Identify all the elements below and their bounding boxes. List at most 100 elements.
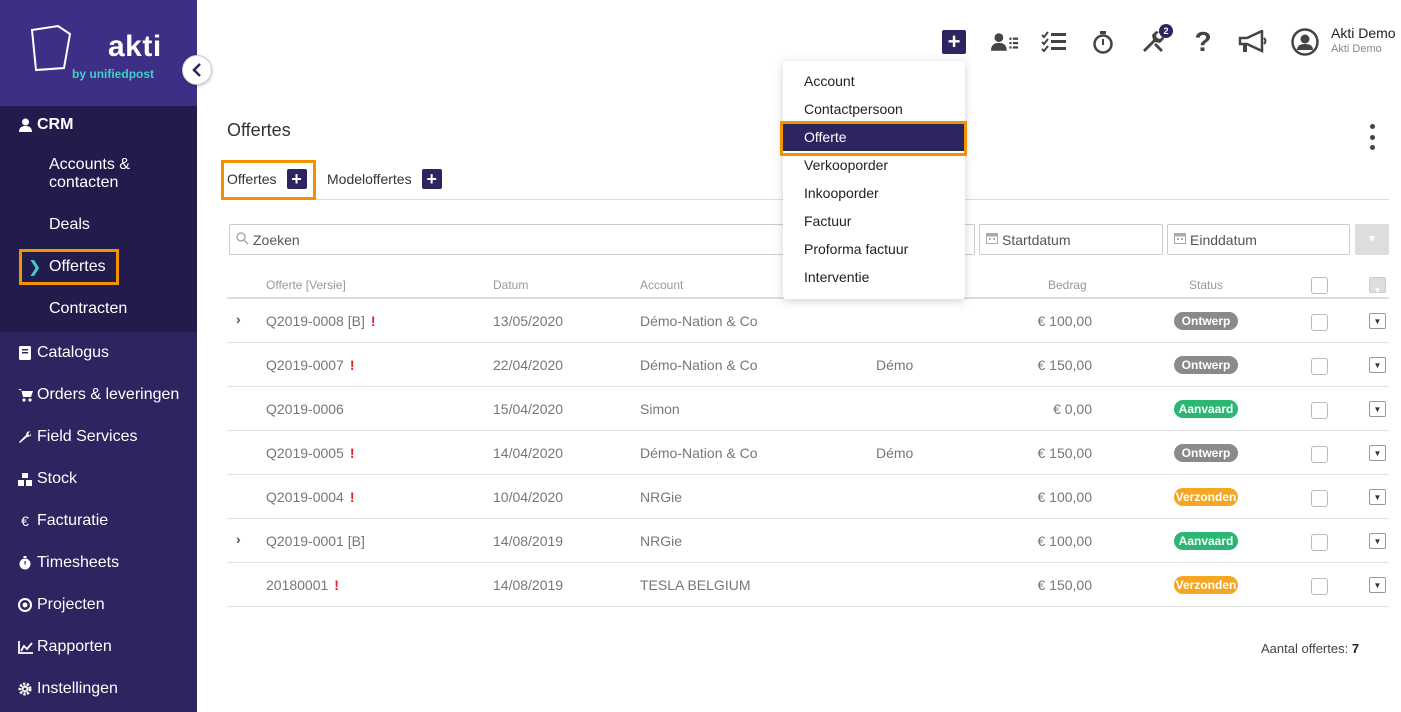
tools-button[interactable]: 2 <box>1139 24 1173 56</box>
chevron-right-icon[interactable]: › <box>236 531 241 547</box>
timer-button[interactable] <box>1089 28 1117 56</box>
row-actions-dropdown[interactable]: ▼ <box>1369 489 1386 505</box>
table-row[interactable]: Q2019-0006 15/04/2020 Simon € 0,00 Aanvaard ▼ <box>227 387 1389 431</box>
offerte-id[interactable]: Q2019-0001 [B] <box>266 533 365 549</box>
add-offerte-button[interactable]: + <box>286 169 307 189</box>
row-checkbox[interactable] <box>1311 578 1328 595</box>
sidebar-item-rapporten[interactable]: Rapporten <box>0 626 197 668</box>
menu-item-account[interactable]: Account <box>783 67 965 95</box>
caret-down-icon: ▼ <box>1373 360 1382 370</box>
tab-label: Modeloffertes <box>327 171 412 187</box>
row-checkbox[interactable] <box>1311 446 1328 463</box>
table-row[interactable]: › Q2019-0008 [B]! 13/05/2020 Démo-Nation & … <box>227 299 1389 343</box>
offerte-id[interactable]: Q2019-0008 [B]! <box>266 313 376 329</box>
user-avatar[interactable] <box>1291 28 1319 56</box>
menu-item-verkooporder[interactable]: Verkooporder <box>783 151 965 179</box>
filter-toggle-button[interactable]: ▼ <box>1355 224 1389 255</box>
tab-offertes[interactable]: Offertes + <box>227 160 307 198</box>
menu-item-factuur[interactable]: Factuur <box>783 207 965 235</box>
col-header-offerte[interactable]: Offerte [Versie] <box>266 278 346 292</box>
sidebar-item-projecten[interactable]: Projecten <box>0 584 197 626</box>
sidebar-item-orders[interactable]: Orders & leveringen <box>0 374 197 416</box>
offerte-account[interactable]: Démo-Nation & Co <box>640 357 758 373</box>
start-date-field[interactable] <box>979 224 1163 255</box>
end-date-input[interactable] <box>1190 231 1349 248</box>
menu-item-contactpersoon[interactable]: Contactpersoon <box>783 95 965 123</box>
offerte-account[interactable]: Démo-Nation & Co <box>640 445 758 461</box>
sidebar-item-timesheets[interactable]: Timesheets <box>0 542 197 584</box>
table-row[interactable]: Q2019-0004! 10/04/2020 NRGie € 100,00 Verzon… <box>227 475 1389 519</box>
row-actions-dropdown[interactable]: ▼ <box>1369 577 1386 593</box>
row-checkbox[interactable] <box>1311 534 1328 551</box>
row-actions-dropdown[interactable]: ▼ <box>1369 445 1386 461</box>
offerte-account[interactable]: NRGie <box>640 533 682 549</box>
menu-item-inkooporder[interactable]: Inkooporder <box>783 179 965 207</box>
sidebar-item-instellingen[interactable]: Instellingen <box>0 668 197 710</box>
logo[interactable]: akti by unifiedpost <box>0 0 197 106</box>
offerte-date: 10/04/2020 <box>493 489 564 505</box>
contacts-button[interactable] <box>991 28 1019 56</box>
menu-item-offerte[interactable]: Offerte <box>783 123 965 151</box>
table-row[interactable]: Q2019-0005! 14/04/2020 Démo-Nation & Co Dém… <box>227 431 1389 475</box>
row-actions-dropdown[interactable]: ▼ <box>1369 401 1386 417</box>
offerte-amount: € 100,00 <box>1037 533 1093 549</box>
bulk-actions-dropdown[interactable]: ▼ <box>1369 277 1386 295</box>
warning-icon: ! <box>349 445 355 461</box>
col-header-bedrag[interactable]: Bedrag <box>1048 278 1087 292</box>
sidebar-item-facturatie[interactable]: € Facturatie <box>0 500 197 542</box>
col-header-status[interactable]: Status <box>1189 278 1223 292</box>
user-name[interactable]: Akti Demo <box>1331 25 1396 41</box>
table-row[interactable]: › Q2019-0001 [B] 14/08/2019 NRGie € 100,00 Aa… <box>227 519 1389 563</box>
offerte-id[interactable]: Q2019-0004! <box>266 489 355 505</box>
more-options-button[interactable] <box>1366 124 1378 150</box>
offerte-account[interactable]: TESLA BELGIUM <box>640 577 750 593</box>
offerte-id[interactable]: Q2019-0005! <box>266 445 355 461</box>
select-all-checkbox[interactable] <box>1311 277 1328 294</box>
chevron-right-icon[interactable]: › <box>236 311 241 327</box>
start-date-input[interactable] <box>1002 231 1162 248</box>
row-actions-dropdown[interactable]: ▼ <box>1369 357 1386 373</box>
caret-down-icon: ▼ <box>1373 316 1382 326</box>
row-checkbox[interactable] <box>1311 402 1328 419</box>
row-checkbox[interactable] <box>1311 314 1328 331</box>
row-checkbox[interactable] <box>1311 490 1328 507</box>
announcements-button[interactable] <box>1237 28 1269 56</box>
table-row[interactable]: Q2019-0007! 22/04/2020 Démo-Nation & Co Dém… <box>227 343 1389 387</box>
sidebar-collapse-button[interactable] <box>182 55 212 85</box>
offerte-account[interactable]: Démo-Nation & Co <box>640 313 758 329</box>
sidebar-subitem-offertes[interactable]: ❯ Offertes <box>0 246 197 288</box>
offerte-contact[interactable]: Démo <box>876 357 913 373</box>
cubes-icon <box>17 472 33 486</box>
sidebar-item-catalogus[interactable]: Catalogus <box>0 332 197 374</box>
row-actions-dropdown[interactable]: ▼ <box>1369 533 1386 549</box>
offerte-account[interactable]: NRGie <box>640 489 682 505</box>
sidebar-item-crm[interactable]: CRM <box>0 106 197 144</box>
table-row[interactable]: 20180001! 14/08/2019 TESLA BELGIUM € 150,00… <box>227 563 1389 607</box>
row-actions-dropdown[interactable]: ▼ <box>1369 313 1386 329</box>
offerte-account[interactable]: Simon <box>640 401 680 417</box>
warning-icon: ! <box>349 489 355 505</box>
col-header-datum[interactable]: Datum <box>493 278 528 292</box>
brand-sub: by unifiedpost <box>72 67 154 81</box>
offerte-id[interactable]: Q2019-0007! <box>266 357 355 373</box>
kebab-dot <box>1369 134 1375 140</box>
menu-item-interventie[interactable]: Interventie <box>783 263 965 291</box>
tasks-button[interactable] <box>1040 28 1068 56</box>
end-date-field[interactable] <box>1167 224 1350 255</box>
col-header-account[interactable]: Account <box>640 278 683 292</box>
help-button[interactable]: ? <box>1189 26 1217 57</box>
sidebar-item-field-services[interactable]: Field Services <box>0 416 197 458</box>
offerte-id[interactable]: Q2019-0006 <box>266 401 344 417</box>
sidebar-subitem-deals[interactable]: Deals <box>0 204 197 246</box>
row-checkbox[interactable] <box>1311 358 1328 375</box>
tab-modeloffertes[interactable]: Modeloffertes + <box>327 160 442 198</box>
menu-item-proforma-factuur[interactable]: Proforma factuur <box>783 235 965 263</box>
offerte-id[interactable]: 20180001! <box>266 577 339 593</box>
sidebar-subitem-accounts[interactable]: Accounts & contacten <box>0 144 197 204</box>
table-body: › Q2019-0008 [B]! 13/05/2020 Démo-Nation & … <box>227 299 1389 607</box>
offerte-contact[interactable]: Démo <box>876 445 913 461</box>
sidebar-item-stock[interactable]: Stock <box>0 458 197 500</box>
add-new-button[interactable]: + <box>940 28 968 56</box>
sidebar-subitem-contracten[interactable]: Contracten <box>0 288 197 330</box>
add-modelofferte-button[interactable]: + <box>421 169 442 189</box>
